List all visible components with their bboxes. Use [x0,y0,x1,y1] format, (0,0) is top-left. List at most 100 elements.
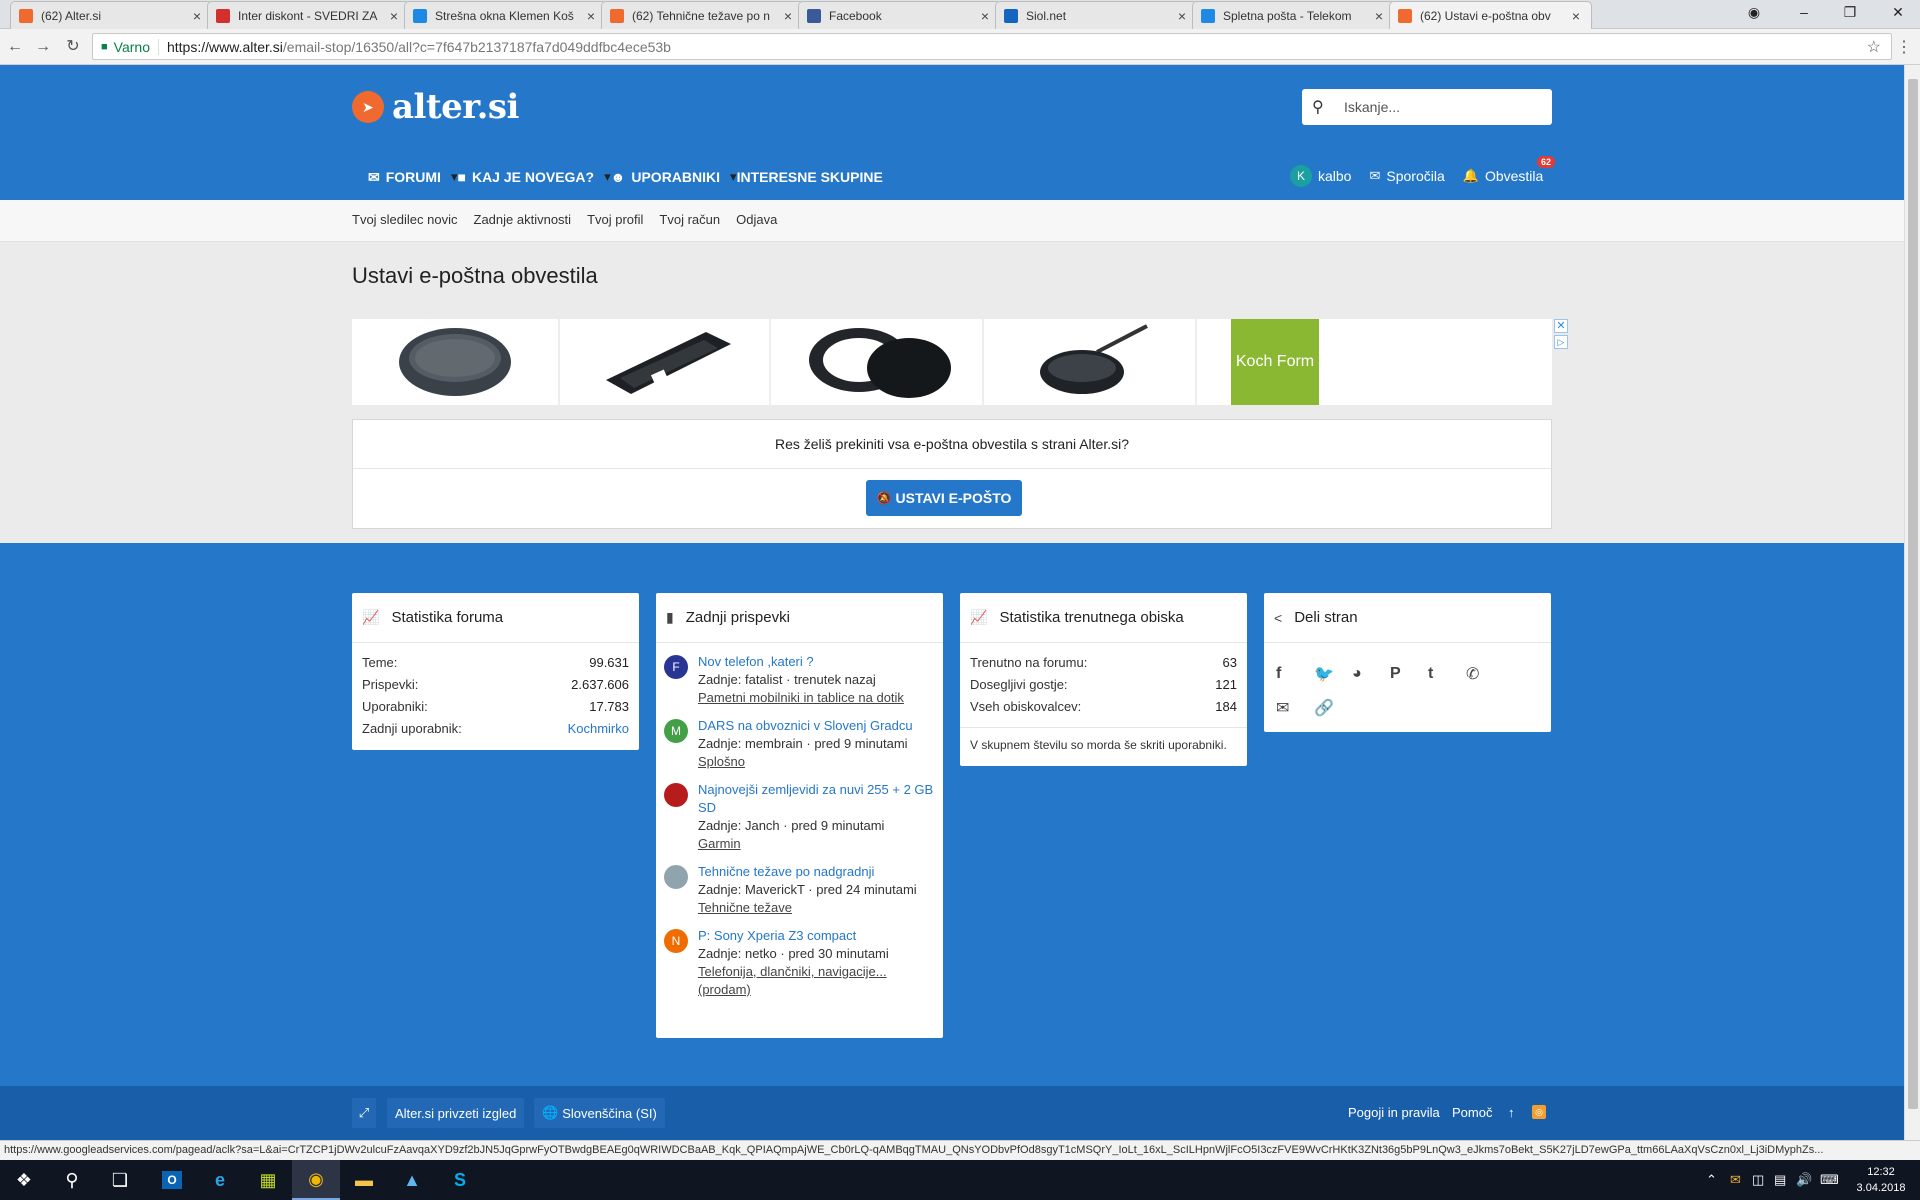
bookmark-star-icon[interactable]: ☆ [1867,37,1881,57]
nav-item[interactable]: ■ KAJ JE NOVEGA? [457,169,594,185]
rss-icon[interactable]: ◎ [1532,1105,1546,1119]
search-input[interactable] [1344,99,1534,115]
browser-menu-icon[interactable]: ⋮ [1896,37,1912,57]
style-chooser-button[interactable]: Alter.si privzeti izgled [387,1098,525,1128]
poster-avatar[interactable]: F [664,655,688,679]
ad-product-tart-pan[interactable] [352,319,560,405]
thread-link[interactable]: Najnovejši zemljevidi za nuvi 255 + 2 GB… [698,781,935,817]
terms-link[interactable]: Pogoji in pravila [1348,1105,1440,1120]
thread-link[interactable]: Nov telefon ,kateri ? [698,653,935,671]
subnav-link[interactable]: Odjava [736,212,777,227]
browser-tab[interactable]: (62) Alter.si × [10,1,213,29]
subnav-link[interactable]: Tvoj sledilec novic [352,212,458,227]
reload-button[interactable]: ↻ [62,36,84,58]
forum-link[interactable]: Tehnične težave [698,899,935,917]
search-taskbar-icon[interactable]: ⚲ [48,1160,96,1200]
outlook-app-icon[interactable]: O [148,1160,196,1200]
scrollbar-thumb[interactable] [1908,79,1918,1109]
subnav-link[interactable]: Zadnje aktivnosti [474,212,572,227]
tab-close-icon[interactable]: × [584,8,598,24]
site-logo[interactable]: ➤ alter.si [352,87,519,127]
expand-width-icon[interactable]: ⤢ [352,1098,376,1128]
app-blue-icon[interactable]: ▲ [388,1160,436,1200]
forum-link[interactable]: Garmin [698,835,935,853]
forum-link[interactable]: Telefonija, dlančniki, navigacije... (pr… [698,963,935,999]
poster-avatar[interactable]: M [664,719,688,743]
chrome-app-icon[interactable]: ◉ [292,1160,340,1200]
volume-icon[interactable]: 🔊 [1796,1172,1812,1188]
subnav-link[interactable]: Tvoj profil [587,212,643,227]
browser-tab[interactable]: Siol.net × [995,1,1198,29]
thread-link[interactable]: P: Sony Xperia Z3 compact [698,927,935,945]
twitter-share-icon[interactable]: 🐦 [1314,657,1352,691]
nav-item[interactable]: INTERESNE SKUPINE [737,169,883,185]
app-green-icon[interactable]: ▦ [244,1160,292,1200]
ad-info-icon[interactable]: ▷ [1554,335,1568,349]
ad-product-loaf-pan[interactable] [563,319,771,405]
task-view-icon[interactable]: ❏ [96,1160,144,1200]
minimize-button[interactable]: – [1790,4,1818,20]
pinterest-share-icon[interactable]: P [1390,657,1428,691]
nav-item[interactable]: ☻ UPORABNIKI [611,169,720,185]
user-account-link[interactable]: K kalbo [1290,165,1351,187]
forum-link[interactable]: Splošno [698,753,935,771]
tab-close-icon[interactable]: × [1569,8,1583,24]
forum-link[interactable]: Pametni mobilniki in tablice na dotik [698,689,935,707]
taskbar-clock[interactable]: 12:32 3.04.2018 [1846,1164,1916,1196]
poster-avatar[interactable]: N [664,929,688,953]
internet-explorer-icon[interactable]: e [196,1160,244,1200]
browser-tab[interactable]: Inter diskont - SVEDRI ZA × [207,1,410,29]
ad-banner[interactable]: Koch Form [352,319,1552,405]
skype-app-icon[interactable]: S [436,1160,484,1200]
ad-brand-logo[interactable]: Koch Form [1231,319,1319,405]
ad-product-wok[interactable] [989,319,1197,405]
tab-close-icon[interactable]: × [978,8,992,24]
link-share-icon[interactable]: 🔗 [1314,691,1352,725]
ad-close-icon[interactable]: ✕ [1554,319,1568,333]
tab-close-icon[interactable]: × [190,8,204,24]
tray-device-icon[interactable]: ◫ [1752,1172,1764,1188]
forward-button[interactable]: → [32,36,54,58]
tab-close-icon[interactable]: × [781,8,795,24]
address-bar[interactable]: ■ Varno https://www.alter.si/email-stop/… [92,33,1892,60]
poster-avatar[interactable] [664,865,688,889]
tab-close-icon[interactable]: × [387,8,401,24]
start-windows-icon[interactable]: ❖ [0,1160,48,1200]
email-share-icon[interactable]: ✉ [1276,691,1314,725]
tray-mail-icon[interactable]: ✉ [1730,1172,1741,1188]
thread-link[interactable]: Tehnične težave po nadgradnji [698,863,935,881]
messages-link[interactable]: ✉ Sporočila [1369,168,1444,184]
browser-tab[interactable]: (62) Ustavi e-poštna obv × [1389,1,1592,29]
tab-close-icon[interactable]: × [1175,8,1189,24]
restore-button[interactable]: ❐ [1836,4,1864,21]
page-scrollbar[interactable] [1904,65,1920,1146]
profile-icon[interactable]: ◉ [1740,4,1768,21]
tumblr-share-icon[interactable]: t [1428,657,1466,691]
file-explorer-icon[interactable]: ▬ [340,1160,388,1200]
network-icon[interactable]: ▤ [1774,1172,1786,1188]
close-window-button[interactable]: ✕ [1884,4,1912,21]
help-link[interactable]: Pomoč [1452,1105,1492,1120]
back-to-top-icon[interactable]: ↑ [1508,1105,1515,1120]
language-chooser-button[interactable]: 🌐 Slovenščina (SI) [534,1098,665,1128]
tray-overflow-icon[interactable]: ⌃ [1706,1172,1717,1188]
back-button[interactable]: ← [4,36,26,58]
ad-product-springform[interactable] [776,319,984,405]
tab-close-icon[interactable]: × [1372,8,1386,24]
browser-tab[interactable]: (62) Tehnične težave po n × [601,1,804,29]
search-box[interactable]: ⚲ [1302,89,1552,125]
nav-item[interactable]: ✉ FORUMI [368,169,441,186]
stop-email-button[interactable]: 🔕 USTAVI E-POŠTO [866,480,1022,516]
thread-link[interactable]: DARS na obvoznici v Slovenj Gradcu [698,717,935,735]
latest-member-link[interactable]: Kochmirko [568,721,629,736]
subnav-link[interactable]: Tvoj račun [659,212,720,227]
keyboard-icon[interactable]: ⌨ [1820,1172,1839,1188]
whatsapp-share-icon[interactable]: ✆ [1466,657,1504,691]
browser-tab[interactable]: Strešna okna Klemen Koš × [404,1,607,29]
browser-tab[interactable]: Facebook × [798,1,1001,29]
browser-tab[interactable]: Spletna pošta - Telekom × [1192,1,1395,29]
reddit-share-icon[interactable]: ◕ [1352,657,1390,691]
alerts-link[interactable]: 🔔 Obvestila [1463,168,1544,184]
facebook-share-icon[interactable]: f [1276,657,1314,691]
poster-avatar[interactable] [664,783,688,807]
